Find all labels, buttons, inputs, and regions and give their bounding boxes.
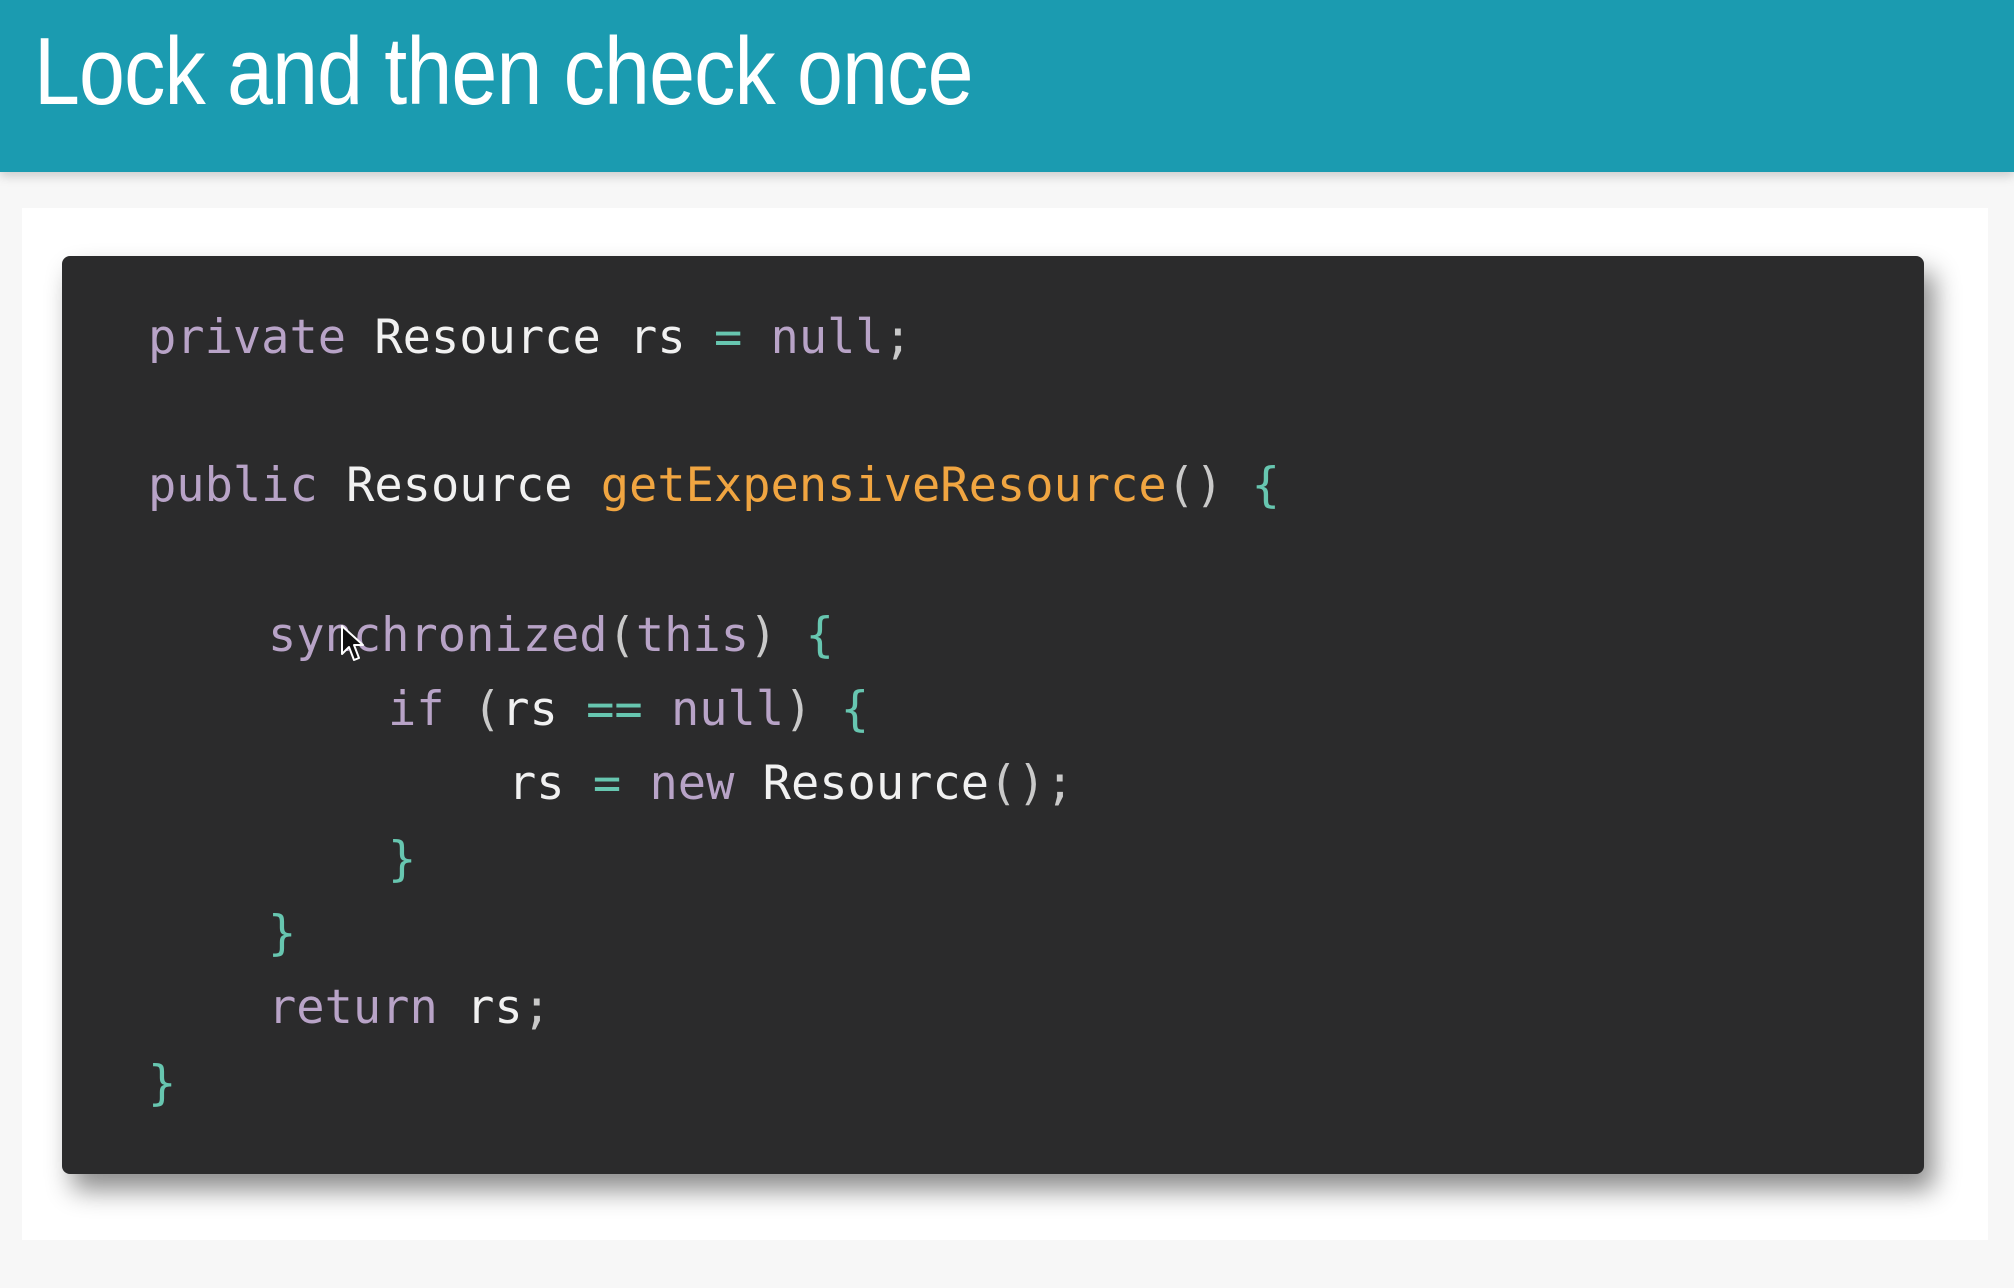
type-resource: Resource [374,310,601,365]
semicolon: ; [1045,756,1074,811]
code-line-4: if (rs == null) { [388,680,869,740]
open-paren: ( [607,608,636,663]
keyword-this: this [635,608,750,663]
close-brace: } [388,832,417,887]
slide-title: Lock and then check once [34,18,973,125]
operator-equals: == [586,682,643,737]
close-brace: } [268,906,297,961]
semicolon: ; [522,980,551,1035]
literal-null: null [770,310,884,365]
semicolon: ; [883,310,913,365]
variable-rs: rs [466,980,523,1035]
keyword-public: public [148,458,318,513]
parens: () [1166,458,1224,513]
code-line-8: return rs; [268,978,551,1038]
code-line-9: } [148,1054,176,1114]
code-line-7: } [268,904,296,964]
code-block: private Resource rs = null; public Resou… [62,256,1924,1174]
operator-assign: = [713,310,743,365]
keyword-new: new [649,756,735,811]
mouse-pointer-icon [341,625,364,661]
open-brace: { [840,682,870,737]
variable-rs: rs [508,756,565,811]
code-line-2: public Resource getExpensiveResource() { [148,456,1280,516]
type-resource: Resource [346,458,573,513]
keyword-return: return [268,980,438,1035]
close-paren: ) [749,608,778,663]
keyword-synchronized: synchronized [268,608,608,663]
close-paren: ) [784,682,813,737]
method-name: getExpensiveResource [600,458,1167,513]
open-brace: { [805,608,834,663]
operator-assign: = [592,756,622,811]
keyword-private: private [148,310,347,365]
type-resource: Resource [762,756,990,811]
literal-null: null [670,682,785,737]
variable-rs: rs [501,682,558,737]
code-line-6: } [388,830,416,890]
open-brace: { [1251,458,1280,513]
code-line-1: private Resource rs = null; [148,308,912,368]
close-brace: } [148,1056,177,1111]
open-paren: ( [472,682,502,737]
code-line-5: rs = new Resource(); [508,754,1074,814]
keyword-if: if [388,682,445,737]
variable-rs: rs [629,310,686,365]
parens: () [989,756,1046,811]
slide-header: Lock and then check once [0,0,2014,172]
